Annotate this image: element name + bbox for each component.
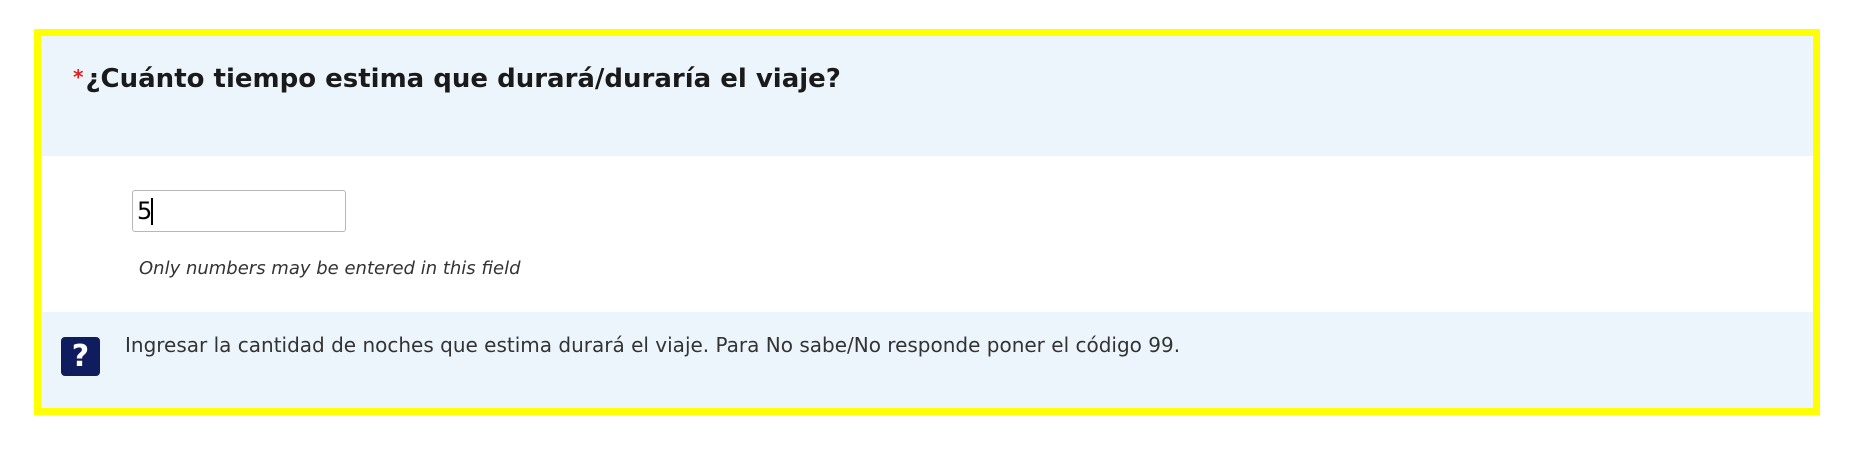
question-title: *¿Cuánto tiempo estima que durará/durarí… xyxy=(73,64,841,94)
help-text: Ingresar la cantidad de noches que estim… xyxy=(125,333,1181,357)
question-header: *¿Cuánto tiempo estima que durará/durarí… xyxy=(41,36,1813,156)
answer-area: Only numbers may be entered in this fiel… xyxy=(41,156,1813,312)
help-row: ? Ingresar la cantidad de noches que est… xyxy=(41,312,1813,408)
validation-hint: Only numbers may be entered in this fiel… xyxy=(139,258,521,279)
required-star: * xyxy=(73,65,84,89)
duration-input[interactable] xyxy=(132,190,346,232)
question-frame: *¿Cuánto tiempo estima que durará/durarí… xyxy=(34,29,1820,415)
question-title-text: ¿Cuánto tiempo estima que durará/duraría… xyxy=(85,64,841,94)
help-icon[interactable]: ? xyxy=(61,337,100,376)
text-caret xyxy=(151,198,153,225)
